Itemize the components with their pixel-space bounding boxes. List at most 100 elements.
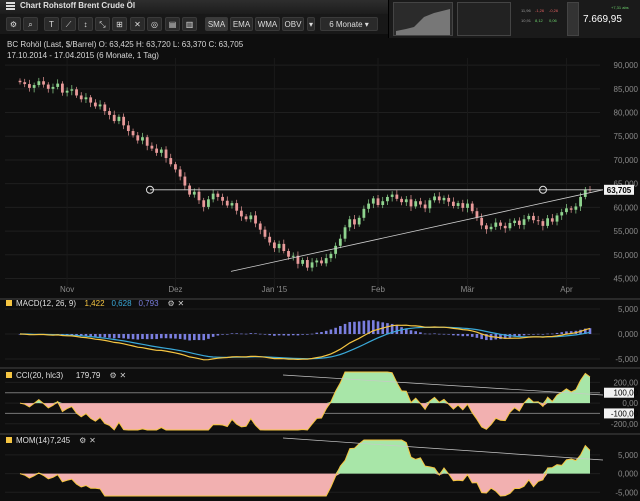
- candle-body: [169, 158, 173, 165]
- macd-histogram-bar: [117, 334, 121, 339]
- candle-body: [89, 97, 93, 103]
- candle-body: [164, 149, 168, 159]
- candle-body: [46, 84, 50, 89]
- macd-histogram-bar: [541, 334, 545, 335]
- candle-body: [428, 200, 432, 209]
- cci-y-tick: -200,00: [611, 420, 639, 429]
- candle-body: [348, 219, 352, 228]
- macd-histogram-bar: [122, 334, 125, 339]
- candle-body: [305, 260, 309, 268]
- macd-histogram-bar: [395, 325, 399, 334]
- candle-body: [183, 176, 187, 186]
- candle-body: [207, 199, 210, 207]
- macd-histogram-bar: [329, 329, 333, 334]
- candle-body: [221, 196, 224, 201]
- macd-histogram-bar: [174, 334, 177, 339]
- close-icon: ✕: [120, 371, 127, 380]
- candle-body: [527, 215, 531, 220]
- candle-body: [136, 135, 140, 141]
- macd-histogram-bar: [178, 334, 182, 339]
- candle-body: [211, 193, 215, 200]
- candle-body: [390, 194, 394, 197]
- macd-histogram-bar: [291, 334, 295, 336]
- candle-body: [32, 85, 36, 88]
- macd-histogram-bar: [301, 334, 304, 335]
- macd-histogram-bar: [442, 333, 446, 335]
- macd-histogram-bar: [452, 334, 455, 336]
- candle-body: [23, 82, 27, 85]
- macd-histogram-bar: [183, 334, 187, 340]
- candle-body: [291, 255, 295, 257]
- macd-histogram-bar: [348, 322, 352, 334]
- cci-header-value: 179,79: [76, 371, 101, 380]
- price-y-tick: 75,000: [614, 132, 639, 141]
- price-y-tick: 45,000: [614, 275, 639, 284]
- macd-histogram-bar: [254, 333, 257, 334]
- candle-body: [65, 90, 69, 93]
- macd-histogram-bar: [357, 321, 361, 334]
- gear-icon: ⚙: [79, 436, 86, 445]
- macd-histogram-bar: [324, 330, 328, 334]
- macd-histogram-bar: [551, 333, 554, 335]
- macd-histogram-bar: [164, 334, 168, 339]
- candle-body: [489, 226, 493, 230]
- macd-y-tick: -5,000: [615, 355, 638, 364]
- candle-body: [112, 114, 116, 122]
- candle-body: [240, 210, 243, 217]
- candle-body: [338, 238, 342, 246]
- candle-body: [117, 116, 121, 122]
- candle-body: [235, 203, 239, 211]
- candle-body: [376, 198, 380, 206]
- macd-histogram-bar: [258, 333, 262, 335]
- macd-histogram-bar: [334, 327, 337, 334]
- candle-body: [254, 215, 257, 224]
- macd-histogram-bar: [527, 334, 531, 335]
- macd-histogram-bar: [225, 334, 229, 335]
- candle-body: [150, 145, 154, 149]
- candle-body: [324, 258, 328, 264]
- macd-histogram-bar: [475, 334, 479, 338]
- candle-body: [381, 201, 385, 206]
- gear-icon: ⚙: [110, 371, 117, 380]
- candle-body: [475, 211, 479, 218]
- cci-divergence-line: [282, 374, 604, 396]
- chart-canvas[interactable]: 45,00050,00055,00060,00065,00070,00075,0…: [0, 0, 640, 501]
- candle-body: [409, 199, 413, 207]
- candle-body: [268, 236, 272, 243]
- x-tick-label: Mär: [461, 285, 475, 294]
- macd-histogram-bar: [555, 332, 559, 334]
- candle-body: [301, 260, 305, 264]
- x-tick-label: Nov: [60, 285, 74, 294]
- candle-body: [263, 229, 267, 237]
- macd-histogram-bar: [282, 334, 286, 336]
- candle-body: [37, 81, 41, 86]
- mom-header-value: 7,245: [50, 436, 71, 445]
- candle-body: [192, 191, 196, 195]
- cci-header-title: CCI(20, hlc3): [16, 371, 63, 380]
- panel-separator: [0, 367, 640, 369]
- candle-body: [555, 215, 559, 222]
- macd-histogram-bar: [362, 320, 366, 334]
- macd-histogram-bar: [419, 332, 422, 334]
- macd-histogram-bar: [433, 333, 436, 335]
- cci-negative-area: [20, 403, 590, 430]
- macd-histogram-bar: [240, 333, 243, 335]
- macd-histogram-bar: [466, 334, 469, 337]
- candle-body: [400, 198, 403, 203]
- macd-histogram-bar: [244, 333, 248, 335]
- candle-body: [536, 220, 540, 222]
- candle-body: [56, 83, 60, 87]
- close-icon: ✕: [178, 299, 185, 308]
- macd-histogram-bar: [386, 323, 389, 334]
- macd-histogram-bar: [428, 333, 432, 335]
- x-tick-label: Jan '15: [262, 285, 288, 294]
- candle-body: [466, 203, 469, 208]
- candle-body: [494, 222, 498, 227]
- candle-body: [244, 216, 248, 220]
- candle-body: [386, 196, 389, 202]
- candle-body: [456, 203, 460, 206]
- macd-histogram-bar: [310, 333, 314, 335]
- candle-body: [437, 196, 441, 201]
- candle-body: [197, 191, 201, 201]
- candle-body: [174, 164, 177, 170]
